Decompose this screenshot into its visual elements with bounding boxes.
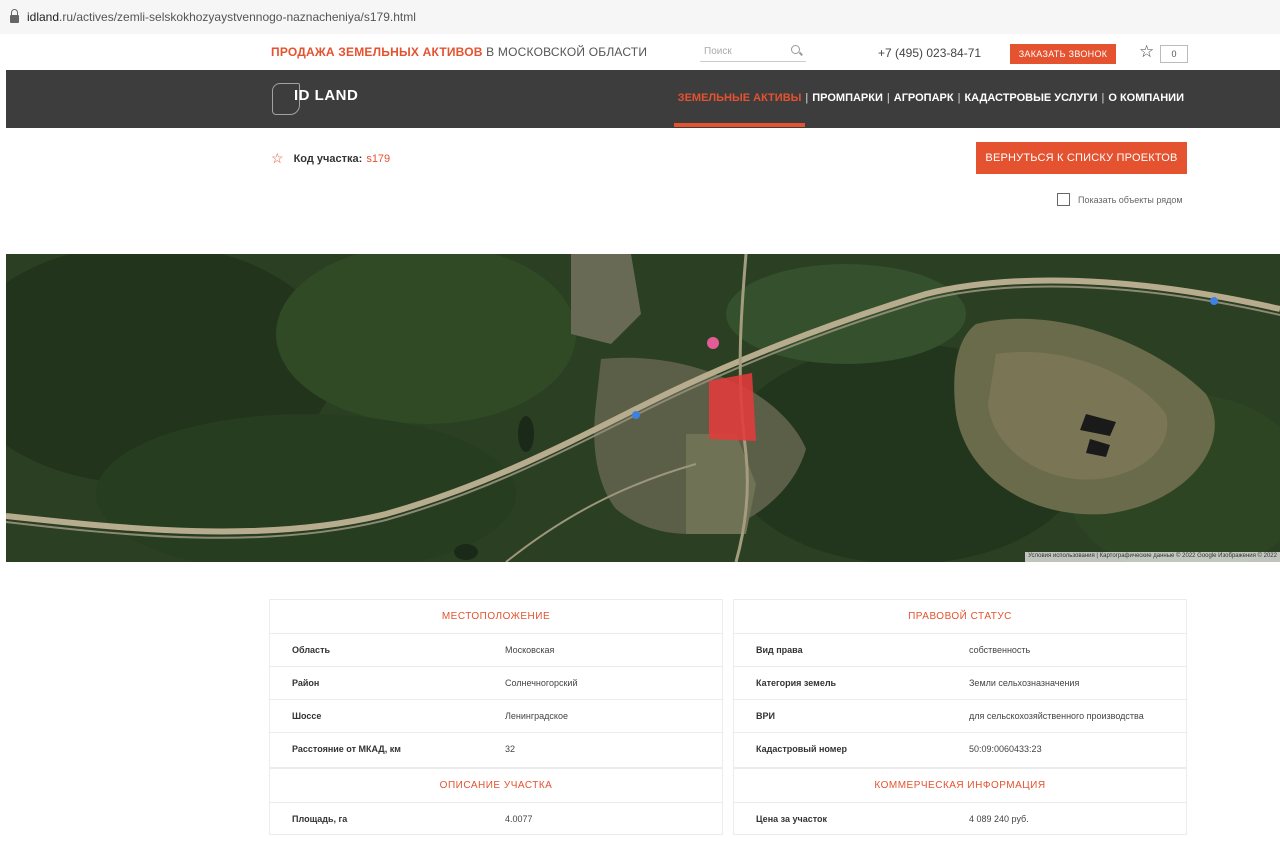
location-title: МЕСТОПОЛОЖЕНИЕ	[270, 600, 722, 634]
nav-item-land-assets[interactable]: ЗЕМЕЛЬНЫЕ АКТИВЫ	[673, 92, 806, 127]
logo[interactable]: ID LAND	[272, 80, 362, 118]
order-call-button[interactable]: ЗАКАЗАТЬ ЗВОНОК	[1010, 44, 1116, 64]
nav-separator: |	[957, 92, 961, 104]
search-icon[interactable]	[791, 45, 800, 54]
show-nearby-checkbox[interactable]	[1057, 193, 1070, 206]
row-key: Площадь, га	[292, 814, 348, 824]
row-value: Солнечногорский	[505, 678, 578, 688]
row-value: 4 089 240 руб.	[969, 814, 1029, 824]
commercial-panel: КОММЕРЧЕСКАЯ ИНФОРМАЦИЯ Цена за участок 4…	[733, 768, 1187, 835]
promo-rest: В МОСКОВСКОЙ ОБЛАСТИ	[482, 45, 648, 59]
nav-item-agropark[interactable]: АГРОПАРК	[894, 92, 954, 104]
table-row: Цена за участок 4 089 240 руб.	[734, 803, 1186, 836]
favorites-count[interactable]: 0	[1160, 45, 1188, 63]
description-title: ОПИСАНИЕ УЧАСТКА	[270, 769, 722, 803]
promo-text: ПРОДАЖА ЗЕМЕЛЬНЫХ АКТИВОВ В МОСКОВСКОЙ О…	[271, 45, 647, 59]
nav-item-about[interactable]: О КОМПАНИИ	[1108, 92, 1184, 104]
row-key: ВРИ	[756, 711, 775, 721]
back-to-list-button[interactable]: ВЕРНУТЬСЯ К СПИСКУ ПРОЕКТОВ	[976, 142, 1187, 174]
nav-separator: |	[886, 92, 890, 104]
map-pin-icon[interactable]	[707, 337, 719, 349]
table-row: Кадастровый номер 50:09:0060433:23	[734, 733, 1186, 766]
commercial-title: КОММЕРЧЕСКАЯ ИНФОРМАЦИЯ	[734, 769, 1186, 803]
favorite-star-icon[interactable]: ☆	[271, 150, 284, 167]
row-value: для сельскохозяйственного производства	[969, 711, 1144, 721]
table-row: Категория земель Земли сельхозназначения	[734, 667, 1186, 700]
top-strip: ПРОДАЖА ЗЕМЕЛЬНЫХ АКТИВОВ В МОСКОВСКОЙ О…	[0, 34, 1280, 70]
row-key: Кадастровый номер	[756, 744, 847, 754]
main-navbar: ID LAND ЗЕМЕЛЬНЫЕ АКТИВЫ | ПРОМПАРКИ | А…	[6, 70, 1280, 128]
table-row: Вид права собственность	[734, 634, 1186, 667]
address-bar[interactable]: idland .ru/actives/zemli-selskokhozyaystv…	[0, 0, 1280, 34]
plot-code-label: Код участка:	[293, 152, 363, 165]
lock-icon	[10, 8, 19, 23]
nav-separator: |	[805, 92, 809, 104]
legal-status-panel: ПРАВОВОЙ СТАТУС Вид права собственность К…	[733, 599, 1187, 768]
bus-stop-icon[interactable]	[1210, 297, 1218, 305]
nav-links: ЗЕМЕЛЬНЫЕ АКТИВЫ | ПРОМПАРКИ | АГРОПАРК …	[673, 92, 1184, 127]
logo-text: ID LAND	[294, 87, 359, 104]
table-row: Расстояние от МКАД, км 32	[270, 733, 722, 766]
table-row: Площадь, га 4.0077	[270, 803, 722, 836]
nav-separator: |	[1101, 92, 1105, 104]
row-key: Цена за участок	[756, 814, 828, 824]
row-value: собственность	[969, 645, 1031, 655]
row-key: Категория земель	[756, 678, 837, 688]
promo-highlight: ПРОДАЖА ЗЕМЕЛЬНЫХ АКТИВОВ	[271, 45, 483, 59]
location-panel: МЕСТОПОЛОЖЕНИЕ Область Московская Район Со…	[269, 599, 723, 768]
phone-number[interactable]: +7 (495) 023-84-71	[878, 46, 981, 60]
search-placeholder: Поиск	[704, 46, 732, 57]
row-value: Ленинградское	[505, 711, 568, 721]
show-nearby-label: Показать объекты рядом	[1078, 194, 1183, 205]
row-key: Вид права	[756, 645, 803, 655]
row-value: Земли сельхозназначения	[969, 678, 1080, 688]
plot-code-value: s179	[366, 152, 391, 165]
favorites-star-icon[interactable]: ☆	[1139, 42, 1154, 62]
row-key: Район	[292, 678, 320, 688]
legal-status-title: ПРАВОВОЙ СТАТУС	[734, 600, 1186, 634]
table-row: ВРИ для сельскохозяйственного производств…	[734, 700, 1186, 733]
search-input[interactable]: Поиск	[700, 42, 806, 62]
map-imagery	[6, 254, 1280, 562]
row-key: Шоссе	[292, 711, 322, 721]
row-value: 32	[505, 744, 516, 754]
table-row: Область Московская	[270, 634, 722, 667]
nav-item-cadastral-services[interactable]: КАДАСТРОВЫЕ УСЛУГИ	[964, 92, 1097, 104]
url-path: .ru/actives/zemli-selskokhozyaystvennogo…	[59, 10, 416, 24]
row-value: 4.0077	[505, 814, 533, 824]
plot-code: ☆ Код участка: s179	[271, 150, 390, 167]
bus-stop-icon[interactable]	[632, 411, 640, 419]
nav-item-industrial-parks[interactable]: ПРОМПАРКИ	[812, 92, 883, 104]
description-panel: ОПИСАНИЕ УЧАСТКА Площадь, га 4.0077	[269, 768, 723, 835]
map-attribution[interactable]: Условия использования | Картографические…	[1025, 552, 1280, 562]
table-row: Район Солнечногорский	[270, 667, 722, 700]
row-value: 50:09:0060433:23	[969, 744, 1042, 754]
show-nearby-toggle[interactable]: Показать объекты рядом	[1057, 193, 1183, 206]
url-host: idland	[27, 10, 60, 24]
row-key: Область	[292, 645, 331, 655]
row-key: Расстояние от МКАД, км	[292, 744, 401, 754]
satellite-map[interactable]: Условия использования | Картографические…	[6, 254, 1280, 562]
land-plot-polygon[interactable]	[709, 373, 756, 441]
row-value: Московская	[505, 645, 555, 655]
table-row: Шоссе Ленинградское	[270, 700, 722, 733]
